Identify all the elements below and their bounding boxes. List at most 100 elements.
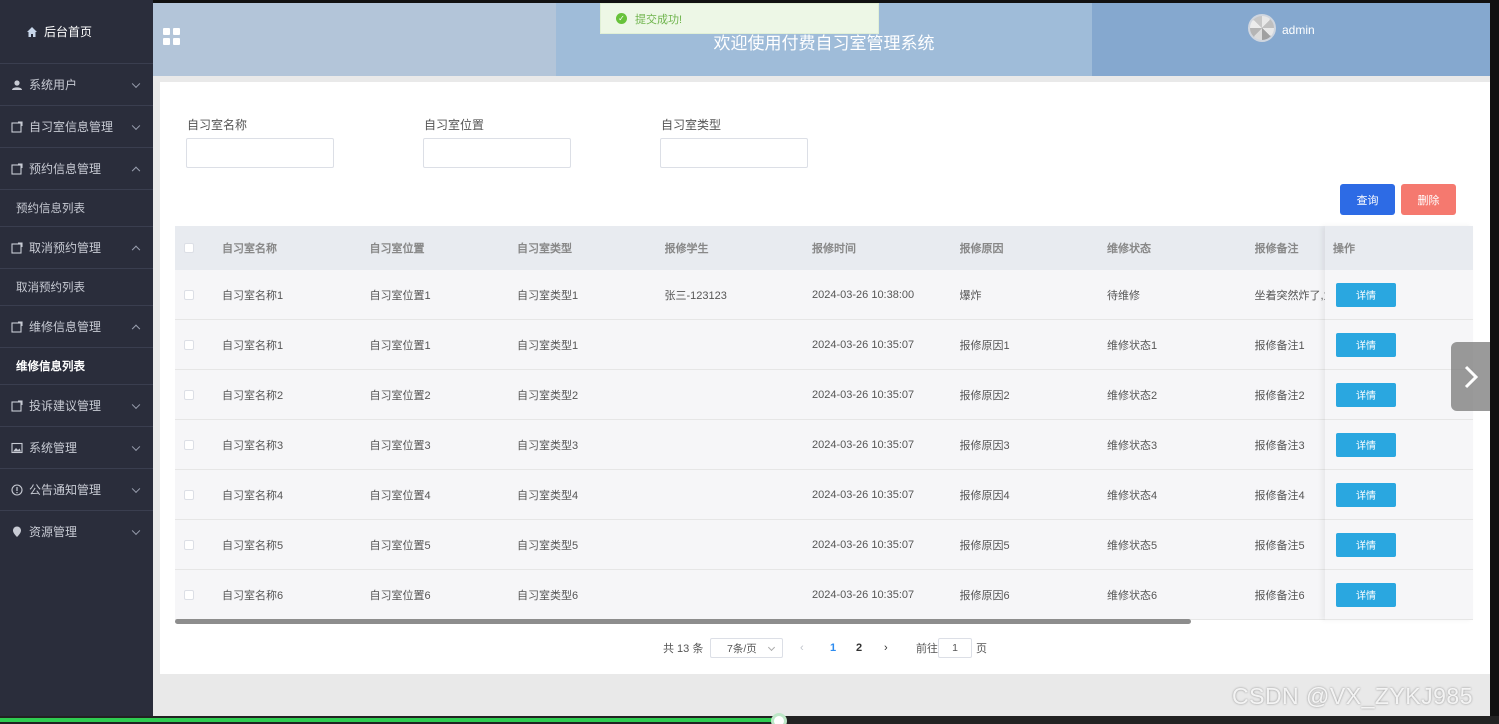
table-cell: 张三-123123 xyxy=(664,289,727,302)
sidebar-home-label: 后台首页 xyxy=(44,25,93,39)
row-checkbox[interactable] xyxy=(184,589,194,600)
sidebar-menu-item[interactable]: 资源管理 xyxy=(0,510,153,552)
row-checkbox[interactable] xyxy=(184,389,194,400)
table-cell: 自习室名称6 xyxy=(222,589,284,602)
ops-cell: 详情 xyxy=(1325,420,1473,470)
folder-icon xyxy=(11,399,23,412)
horizontal-scrollbar[interactable] xyxy=(175,619,1191,624)
sidebar-menu-item[interactable]: 投诉建议管理 xyxy=(0,384,153,426)
name-filter-input[interactable] xyxy=(186,138,334,168)
sidebar-menu-item[interactable]: 系统管理 xyxy=(0,426,153,468)
col-header-location[interactable]: 自习室位置 xyxy=(370,240,518,256)
page-1[interactable]: 1 xyxy=(830,638,836,658)
detail-button[interactable]: 详情 xyxy=(1336,582,1396,607)
table-row[interactable]: 自习室名称6 自习室位置6 自习室类型6 2024-03-26 10:35:07 报修原… xyxy=(175,570,1473,620)
select-all-checkbox[interactable] xyxy=(184,243,194,253)
location-icon xyxy=(11,526,23,538)
delete-button[interactable]: 删除 xyxy=(1401,184,1456,215)
table-row[interactable]: 自习室名称1 自习室位置1 自习室类型1 张三-123123 2024-03-26 10… xyxy=(175,270,1473,320)
table-cell: 维修状态5 xyxy=(1107,539,1158,552)
success-toast: ✓ 提交成功! xyxy=(600,3,879,34)
page-2[interactable]: 2 xyxy=(856,638,862,658)
sidebar-menu-item[interactable]: 系统用户 xyxy=(0,63,153,105)
chevron-down-icon xyxy=(131,400,141,409)
table-cell: 2024-03-26 10:35:07 xyxy=(812,388,915,401)
row-checkbox[interactable] xyxy=(184,339,194,350)
detail-button[interactable]: 详情 xyxy=(1336,482,1396,507)
location-filter-input[interactable] xyxy=(423,138,571,168)
sidebar-menu-label: 系统用户 xyxy=(29,78,78,92)
sidebar-menu-item[interactable]: 自习室信息管理 xyxy=(0,105,153,147)
table-cell: 报修原因3 xyxy=(959,439,1010,452)
table-cell: 自习室类型3 xyxy=(517,439,579,452)
col-header-student[interactable]: 报修学生 xyxy=(665,240,813,256)
username[interactable]: admin xyxy=(1282,23,1315,37)
grid-menu-icon[interactable] xyxy=(163,28,180,45)
col-header-time[interactable]: 报修时间 xyxy=(812,240,960,256)
sidebar-menu-item[interactable]: 维修信息管理 xyxy=(0,305,153,347)
detail-button[interactable]: 详情 xyxy=(1336,282,1396,307)
table-cell: 自习室类型5 xyxy=(517,539,579,552)
detail-button[interactable]: 详情 xyxy=(1336,382,1396,407)
table-cell: 报修原因2 xyxy=(959,389,1010,402)
chevron-down-icon xyxy=(131,526,141,535)
row-checkbox[interactable] xyxy=(184,289,194,300)
sidebar-subitem[interactable]: 预约信息列表 xyxy=(0,189,153,226)
table-row[interactable]: 自习室名称4 自习室位置4 自习室类型4 2024-03-26 10:35:07 报修原… xyxy=(175,470,1473,520)
table-cell: 2024-03-26 10:35:07 xyxy=(812,588,915,601)
sidebar-menu-item[interactable]: 公告通知管理 xyxy=(0,468,153,510)
goto-page-input[interactable]: 1 xyxy=(938,638,972,658)
col-header-reason[interactable]: 报修原因 xyxy=(960,240,1108,256)
table-cell: 自习室名称4 xyxy=(222,489,284,502)
table-cell: 报修原因4 xyxy=(959,489,1010,502)
type-filter-input[interactable] xyxy=(660,138,808,168)
avatar[interactable] xyxy=(1248,14,1276,42)
toast-message: 提交成功! xyxy=(635,13,683,26)
table-row[interactable]: 自习室名称2 自习室位置2 自习室类型2 2024-03-26 10:35:07 报修原… xyxy=(175,370,1473,420)
sidebar-home[interactable]: 后台首页 xyxy=(0,0,153,63)
col-header-status[interactable]: 维修状态 xyxy=(1107,240,1255,256)
col-header-name[interactable]: 自习室名称 xyxy=(222,240,370,256)
sidebar-subitem[interactable]: 维修信息列表 xyxy=(0,347,153,384)
table-row[interactable]: 自习室名称3 自习室位置3 自习室类型3 2024-03-26 10:35:07 报修原… xyxy=(175,420,1473,470)
user-icon xyxy=(11,79,23,91)
table-cell: 自习室名称1 xyxy=(222,289,284,302)
table-cell: 自习室位置1 xyxy=(369,289,431,302)
right-edge xyxy=(1490,0,1499,724)
detail-button[interactable]: 详情 xyxy=(1336,532,1396,557)
chevron-up-icon xyxy=(131,166,141,175)
detail-button[interactable]: 详情 xyxy=(1336,432,1396,457)
row-checkbox[interactable] xyxy=(184,539,194,550)
type-filter-label: 自习室类型 xyxy=(661,118,722,132)
row-checkbox[interactable] xyxy=(184,439,194,450)
sidebar-menu-item[interactable]: 预约信息管理 xyxy=(0,147,153,189)
table-cell: 自习室位置1 xyxy=(369,339,431,352)
row-checkbox[interactable] xyxy=(184,489,194,500)
prev-page-icon[interactable]: ‹ xyxy=(800,638,804,658)
sidebar-menu-label: 预约信息管理 xyxy=(29,162,102,176)
page-size-select[interactable]: 7条/页 xyxy=(710,638,783,658)
col-header-type[interactable]: 自习室类型 xyxy=(517,240,665,256)
sidebar-menu-item[interactable]: 取消预约管理 xyxy=(0,226,153,268)
detail-button[interactable]: 详情 xyxy=(1336,332,1396,357)
table-row[interactable]: 自习室名称5 自习室位置5 自习室类型5 2024-03-26 10:35:07 报修原… xyxy=(175,520,1473,570)
next-page-icon[interactable]: › xyxy=(884,638,888,658)
image-icon xyxy=(11,442,23,454)
video-progress-bar[interactable] xyxy=(0,713,1499,724)
operations-column: 操作 详情 详情 详情 详情 详情 详情 详情 xyxy=(1325,226,1473,620)
table-row[interactable]: 自习室名称1 自习室位置1 自习室类型1 2024-03-26 10:35:07 报修原… xyxy=(175,320,1473,370)
sidebar: 后台首页 系统用户自习室信息管理预约信息管理预约信息列表 取消预约管理 取消预约列表… xyxy=(0,0,153,724)
name-filter-label: 自习室名称 xyxy=(187,118,248,132)
ops-cell: 详情 xyxy=(1325,520,1473,570)
ops-cell: 详情 xyxy=(1325,270,1473,320)
query-button[interactable]: 查询 xyxy=(1340,184,1395,215)
sidebar-subitem[interactable]: 取消预约列表 xyxy=(0,268,153,305)
folder-icon xyxy=(11,120,23,133)
video-progress-fill xyxy=(0,718,780,722)
table-cell: 报修原因5 xyxy=(959,539,1010,552)
chevron-up-icon xyxy=(131,245,141,254)
chevron-down-icon xyxy=(131,121,141,130)
chevron-up-icon xyxy=(131,324,141,333)
info-icon xyxy=(11,483,23,496)
next-slide-button[interactable] xyxy=(1451,342,1491,411)
